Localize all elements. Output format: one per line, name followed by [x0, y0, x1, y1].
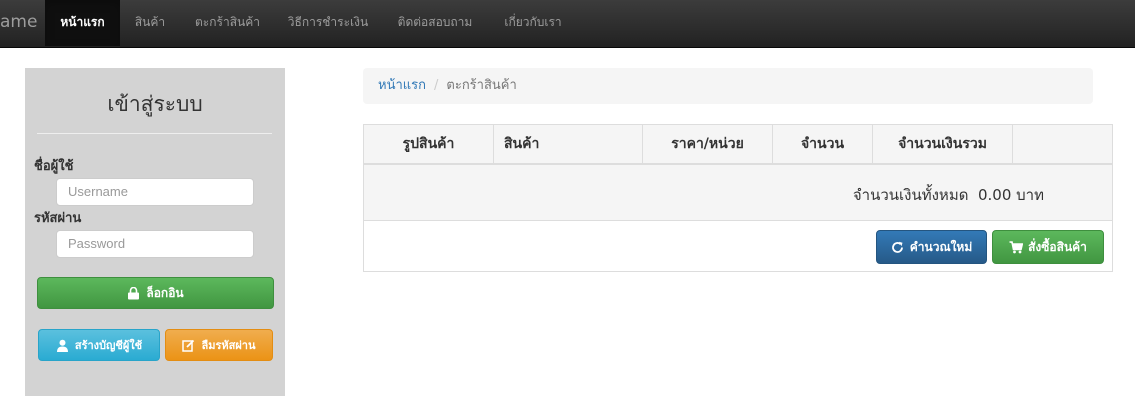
brand-logo[interactable]: ame	[0, 0, 37, 46]
breadcrumb-separator: /	[434, 78, 439, 93]
forgot-password-button-label: ลืมรหัสผ่าน	[201, 339, 256, 352]
top-navbar: ame หน้าแรก สินค้า ตะกร้าสินค้า วิธีการช…	[0, 0, 1135, 48]
header-quantity: จำนวน	[773, 125, 873, 163]
forgot-password-button[interactable]: ลืมรหัสผ่าน	[165, 329, 273, 361]
nav-item-about[interactable]: เกี่ยวกับเรา	[489, 0, 577, 46]
username-input[interactable]: Username	[56, 178, 254, 206]
header-image: รูปสินค้า	[364, 125, 494, 163]
user-icon	[56, 339, 69, 352]
table-header: รูปสินค้า สินค้า ราคา/หน่วย จำนวน จำนวนเ…	[364, 125, 1112, 165]
nav-item-payment[interactable]: วิธีการชำระเงิน	[275, 0, 381, 46]
total-row: จำนวนเงินทั้งหมด 0.00 บาท	[364, 165, 1112, 221]
nav-item-products[interactable]: สินค้า	[120, 0, 180, 46]
login-button[interactable]: ล็อกอิน	[37, 277, 274, 309]
refresh-icon	[891, 241, 904, 254]
edit-icon	[182, 339, 195, 352]
nav-item-cart[interactable]: ตะกร้าสินค้า	[180, 0, 275, 46]
divider	[37, 133, 272, 134]
header-unit-price: ราคา/หน่วย	[643, 125, 773, 163]
breadcrumb-home-link[interactable]: หน้าแรก	[378, 78, 426, 93]
shopping-cart-icon	[1009, 240, 1024, 254]
recalculate-button-label: คำนวณใหม่	[909, 239, 973, 254]
recalculate-button[interactable]: คำนวณใหม่	[876, 230, 987, 264]
header-product: สินค้า	[494, 125, 643, 163]
nav-item-contact[interactable]: ติดต่อสอบถาม	[381, 0, 489, 46]
register-button[interactable]: สร้างบัญชีผู้ใช้	[38, 329, 160, 361]
password-input[interactable]: Password	[56, 230, 254, 258]
login-button-label: ล็อกอิน	[146, 285, 184, 300]
cart-table: รูปสินค้า สินค้า ราคา/หน่วย จำนวน จำนวนเ…	[363, 124, 1113, 272]
password-label: รหัสผ่าน	[34, 211, 82, 226]
login-title: เข้าสู่ระบบ	[107, 92, 203, 116]
breadcrumb-current: ตะกร้าสินค้า	[446, 78, 517, 93]
place-order-button-label: สั่งซื้อสินค้า	[1028, 239, 1087, 254]
lock-icon	[127, 286, 140, 300]
username-label: ชื่อผู้ใช้	[34, 159, 74, 174]
cart-actions: คำนวณใหม่ สั่งซื้อสินค้า	[364, 221, 1112, 271]
grand-total: จำนวนเงินทั้งหมด 0.00 บาท	[852, 186, 1044, 204]
login-panel: เข้าสู่ระบบ ชื่อผู้ใช้ Username รหัสผ่าน…	[25, 68, 285, 396]
place-order-button[interactable]: สั่งซื้อสินค้า	[992, 230, 1104, 264]
register-button-label: สร้างบัญชีผู้ใช้	[74, 339, 143, 352]
header-subtotal: จำนวนเงินรวม	[873, 125, 1013, 163]
breadcrumb: หน้าแรก / ตะกร้าสินค้า	[363, 68, 1093, 104]
nav-item-home[interactable]: หน้าแรก	[45, 0, 120, 46]
